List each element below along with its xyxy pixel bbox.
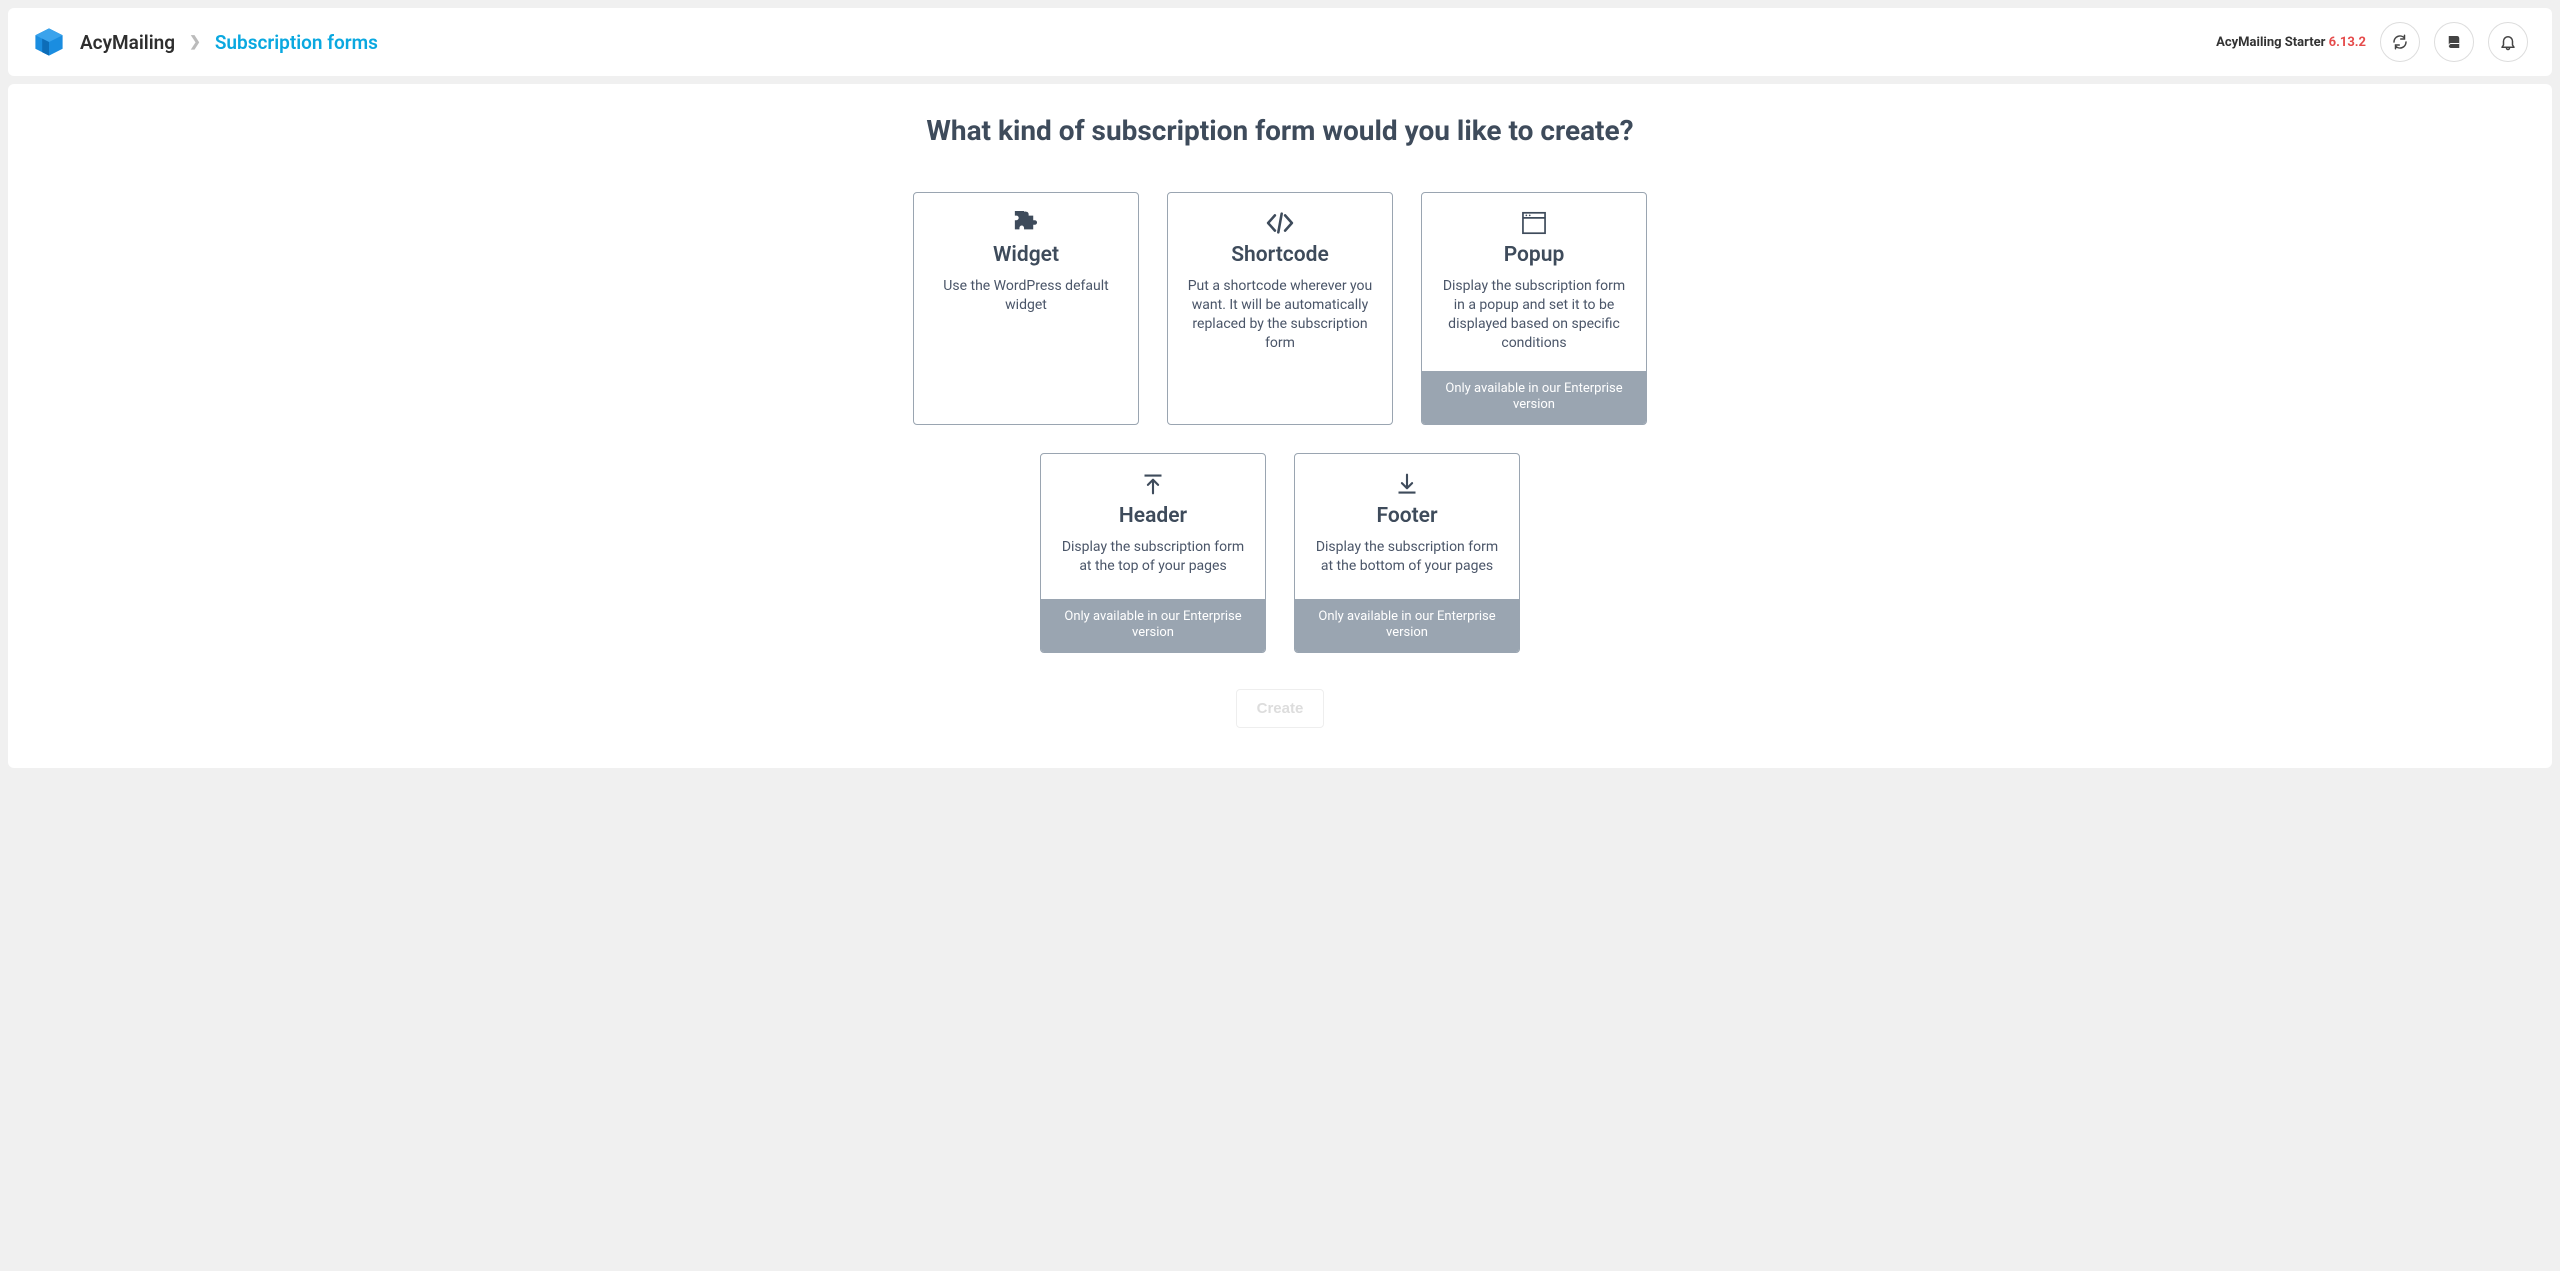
- breadcrumb-app-name[interactable]: AcyMailing: [80, 31, 175, 54]
- docs-button[interactable]: [2434, 22, 2474, 62]
- card-title: Popup: [1504, 243, 1565, 267]
- book-icon: [2445, 33, 2463, 51]
- plan-version: 6.13.2: [2329, 35, 2366, 50]
- chevron-right-icon: ❯: [189, 34, 201, 50]
- card-desc: Put a shortcode wherever you want. It wi…: [1184, 277, 1376, 353]
- create-row: Create: [38, 689, 2522, 728]
- page-title: What kind of subscription form would you…: [38, 114, 2522, 147]
- card-desc: Display the subscription form at the bot…: [1311, 538, 1503, 576]
- card-footer[interactable]: Footer Display the subscription form at …: [1294, 453, 1520, 653]
- card-title: Header: [1119, 504, 1187, 528]
- card-widget[interactable]: Widget Use the WordPress default widget: [913, 192, 1139, 425]
- content-panel: What kind of subscription form would you…: [8, 84, 2552, 768]
- card-title: Footer: [1376, 504, 1437, 528]
- window-icon: [1517, 207, 1551, 239]
- refresh-button[interactable]: [2380, 22, 2420, 62]
- header-right: AcyMailing Starter 6.13.2: [2216, 22, 2528, 62]
- header-left: AcyMailing ❯ Subscription forms: [32, 25, 378, 59]
- puzzle-icon: [1009, 207, 1043, 239]
- notifications-button[interactable]: [2488, 22, 2528, 62]
- enterprise-banner: Only available in our Enterprise version: [1422, 371, 1646, 425]
- card-desc: Display the subscription form in a popup…: [1438, 277, 1630, 353]
- card-title: Widget: [993, 243, 1059, 267]
- arrow-bottom-icon: [1390, 468, 1424, 500]
- cards-container: Widget Use the WordPress default widget …: [38, 192, 2522, 653]
- refresh-icon: [2391, 33, 2409, 51]
- breadcrumb-page-name[interactable]: Subscription forms: [215, 31, 378, 54]
- arrow-top-icon: [1136, 468, 1170, 500]
- card-row-2: Header Display the subscription form at …: [1040, 453, 1520, 653]
- card-title: Shortcode: [1231, 243, 1329, 267]
- enterprise-banner: Only available in our Enterprise version: [1295, 599, 1519, 653]
- card-header[interactable]: Header Display the subscription form at …: [1040, 453, 1266, 653]
- top-header: AcyMailing ❯ Subscription forms AcyMaili…: [8, 8, 2552, 76]
- card-desc: Display the subscription form at the top…: [1057, 538, 1249, 576]
- card-row-1: Widget Use the WordPress default widget …: [913, 192, 1647, 425]
- plan-name: AcyMailing Starter: [2216, 35, 2325, 50]
- bell-icon: [2499, 33, 2517, 51]
- app-logo-icon: [32, 25, 66, 59]
- card-popup[interactable]: Popup Display the subscription form in a…: [1421, 192, 1647, 425]
- enterprise-banner: Only available in our Enterprise version: [1041, 599, 1265, 653]
- card-shortcode[interactable]: Shortcode Put a shortcode wherever you w…: [1167, 192, 1393, 425]
- plan-info: AcyMailing Starter 6.13.2: [2216, 35, 2366, 50]
- breadcrumb: AcyMailing ❯ Subscription forms: [80, 31, 378, 54]
- card-desc: Use the WordPress default widget: [930, 277, 1122, 315]
- create-button[interactable]: Create: [1236, 689, 1325, 728]
- code-icon: [1263, 207, 1297, 239]
